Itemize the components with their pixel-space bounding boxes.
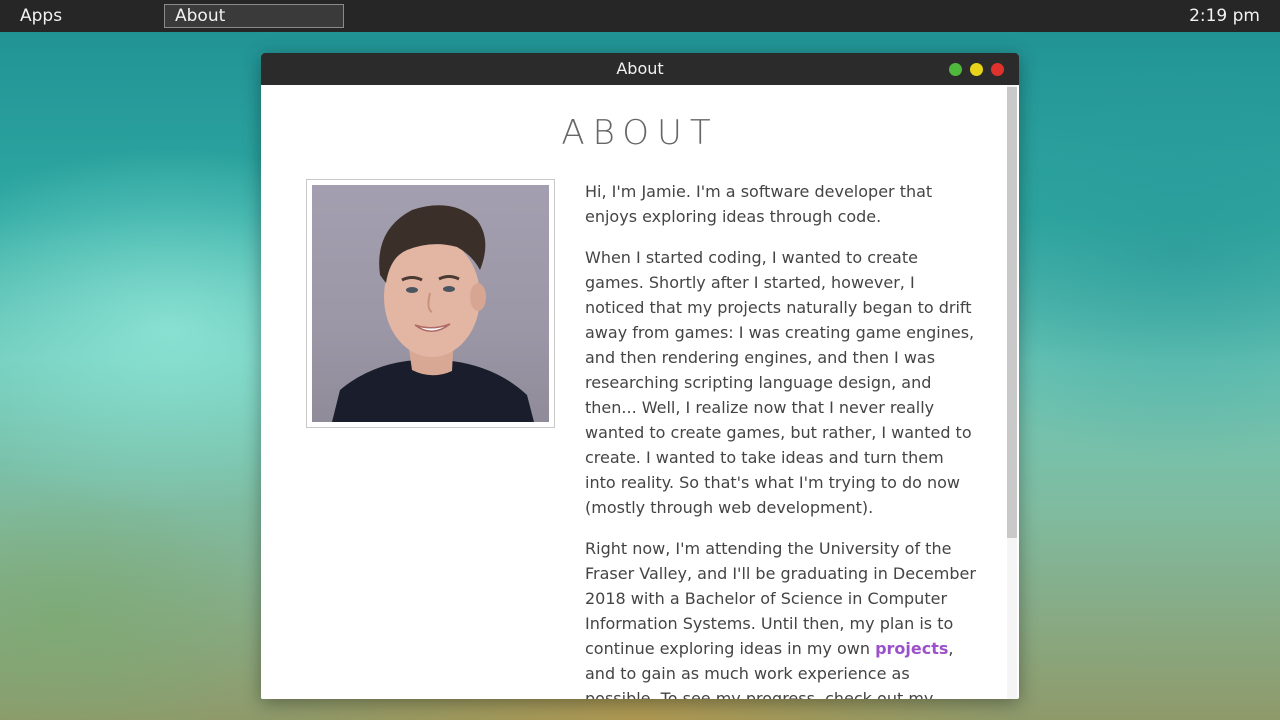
education-paragraph: Right now, I'm attending the University … [585, 536, 977, 699]
page-title: ABOUT [561, 113, 719, 153]
top-panel: Apps About 2:19 pm [0, 0, 1280, 32]
window-content: ABOUT Hi, I'm Jamie. I'm a software deve… [261, 85, 1003, 699]
projects-link[interactable]: projects [875, 639, 948, 658]
person-portrait-image [332, 205, 534, 422]
vertical-scrollbar[interactable] [1007, 85, 1017, 699]
intro-paragraph: Hi, I'm Jamie. I'm a software developer … [585, 182, 933, 226]
taskbar-item-about[interactable]: About [164, 4, 344, 28]
window-titlebar[interactable]: About [261, 53, 1019, 85]
story-paragraph: When I started coding, I wanted to creat… [585, 248, 975, 517]
profile-photo [312, 185, 549, 422]
maximize-button[interactable] [949, 63, 962, 76]
scrollbar-thumb[interactable] [1007, 87, 1017, 538]
about-text: Hi, I'm Jamie. I'm a software developer … [585, 179, 977, 699]
about-window: About ABOUT Hi, I'm Jamie. I'm a softwar… [261, 53, 1019, 699]
clock: 2:19 pm [1189, 6, 1260, 26]
close-button[interactable] [991, 63, 1004, 76]
profile-photo-frame [306, 179, 555, 428]
minimize-button[interactable] [970, 63, 983, 76]
window-title: About [616, 59, 664, 78]
apps-menu-button[interactable]: Apps [20, 0, 62, 32]
